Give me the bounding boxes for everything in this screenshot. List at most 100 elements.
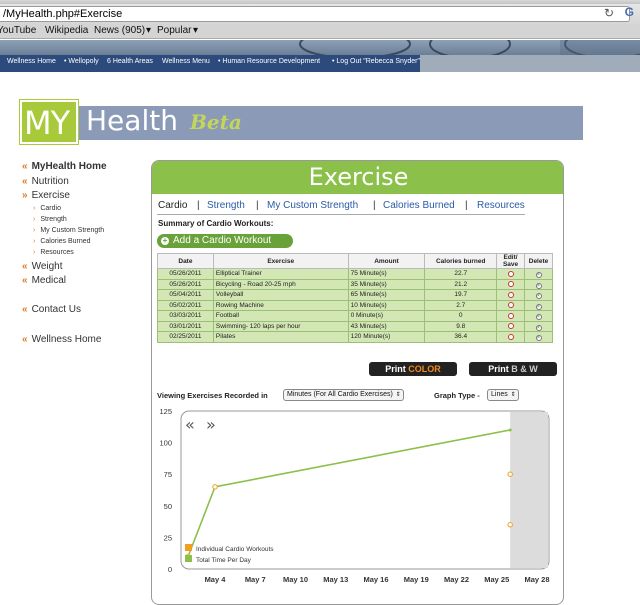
column-header-date: Date	[157, 253, 214, 269]
double-chevron-left-icon: «	[22, 161, 28, 172]
individual-workout-point	[212, 484, 218, 490]
sidebar-exercise[interactable]: » Exercise	[22, 190, 70, 201]
cell-exercise: Rowing Machine	[212, 299, 349, 311]
nav-6-health-areas[interactable]: 6 Health Areas	[107, 58, 153, 65]
cell-amount: 75 Minute(s)	[347, 268, 426, 280]
cell-exercise: Swimming- 120 laps per hour	[212, 320, 349, 332]
google-search-icon[interactable]: G	[625, 5, 634, 19]
edit-icon[interactable]	[507, 323, 514, 330]
sidebar-nutrition[interactable]: «Nutrition	[22, 176, 69, 187]
individual-workout-point	[507, 471, 513, 477]
x-tick-label: May 4	[205, 575, 227, 584]
cell-edit	[496, 299, 526, 311]
x-tick-label: May 19	[404, 575, 429, 584]
tab-my-custom-strength[interactable]: My Custom Strength	[267, 200, 358, 211]
table-row: 05/02/2011 Rowing Machine 10 Minute(s) 2.7 ×	[157, 299, 553, 311]
edit-icon[interactable]	[507, 302, 514, 309]
sidebar-contact-us[interactable]: «Contact Us	[22, 304, 81, 315]
delete-icon[interactable]: ×	[535, 272, 542, 279]
edit-icon[interactable]	[507, 312, 514, 319]
tab-cardio[interactable]: Cardio	[158, 200, 187, 211]
y-tick-label: 125	[159, 407, 172, 416]
cell-calories: 21.2	[424, 278, 498, 290]
chart-prev-icon[interactable]: «	[185, 415, 195, 434]
cell-delete: ×	[524, 278, 553, 290]
chart-shaded-region	[510, 412, 548, 568]
bookmark-popular[interactable]: Popular	[157, 24, 191, 38]
edit-icon[interactable]	[507, 333, 514, 340]
cell-calories: 2.7	[424, 299, 498, 311]
edit-icon[interactable]	[507, 270, 514, 277]
cell-exercise: Bicycling - Road 20-25 mph	[212, 278, 349, 290]
table-row: 05/26/2011 Elliptical Trainer 75 Minute(s)…	[157, 268, 553, 280]
graph-type-select[interactable]: Lines ⇕	[487, 389, 519, 401]
sidebar-myhealth-home[interactable]: «MyHealth Home	[22, 161, 107, 172]
sidebar-wellness-home[interactable]: «Wellness Home	[22, 334, 101, 345]
x-tick-label: May 7	[245, 575, 266, 584]
sidebar-sub-resources[interactable]: › Resources	[33, 249, 74, 256]
tab-calories-burned[interactable]: Calories Burned	[383, 200, 455, 211]
cell-date: 02/25/2011	[157, 331, 214, 343]
table-row: 05/04/2011 Volleyball 65 Minute(s) 19.7 ×	[157, 289, 553, 301]
chevron-right-icon: ›	[33, 205, 36, 212]
nav-log-out[interactable]: • Log Out "Rebecca Snyder"	[332, 58, 420, 65]
y-tick-label: 75	[164, 470, 172, 479]
delete-icon[interactable]: ×	[535, 293, 542, 300]
cell-date: 05/04/2011	[157, 289, 214, 301]
nav-wellness-home[interactable]: Wellness Home	[7, 58, 56, 65]
x-tick-label: May 22	[444, 575, 469, 584]
chart-next-icon[interactable]: »	[206, 415, 216, 434]
cell-exercise: Football	[212, 310, 349, 322]
sidebar-sub-my-custom-strength[interactable]: › My Custom Strength	[33, 227, 104, 234]
bookmark-popular-dropdown-icon[interactable]: ▾	[193, 24, 198, 38]
cell-date: 03/03/2011	[157, 310, 214, 322]
cell-amount: 120 Minute(s)	[347, 331, 426, 343]
print-color-button[interactable]: Print COLOR	[369, 362, 457, 376]
sidebar-medical[interactable]: «Medical	[22, 275, 66, 286]
cell-calories: 19.7	[424, 289, 498, 301]
sidebar-sub-strength[interactable]: › Strength	[33, 216, 67, 223]
edit-icon[interactable]	[507, 291, 514, 298]
x-tick-label: May 28	[524, 575, 549, 584]
delete-icon[interactable]: ×	[535, 303, 542, 310]
tab-separator: |	[197, 200, 200, 211]
delete-icon[interactable]: ×	[535, 324, 542, 331]
delete-icon[interactable]: ×	[535, 314, 542, 321]
main-navigation: Wellness Home • Wellopoly 6 Health Areas…	[0, 55, 420, 72]
cell-exercise: Volleyball	[212, 289, 349, 301]
nav-wellopoly[interactable]: • Wellopoly	[64, 58, 99, 65]
table-row: 05/26/2011 Bicycling - Road 20-25 mph 35 M…	[157, 278, 553, 290]
sidebar-weight[interactable]: «Weight	[22, 261, 63, 272]
bookmark-youtube[interactable]: YouTube	[0, 24, 36, 38]
cell-calories: 36.4	[424, 331, 498, 343]
tab-resources[interactable]: Resources	[477, 200, 525, 211]
tab-separator: |	[373, 200, 376, 211]
logo-my-text: MY	[24, 104, 70, 142]
x-tick-label: May 13	[323, 575, 348, 584]
bookmark-news[interactable]: News (905)	[94, 24, 145, 38]
delete-icon[interactable]: ×	[535, 335, 542, 342]
sidebar-sub-cardio[interactable]: › Cardio	[33, 205, 61, 212]
sidebar-sub-calories-burned[interactable]: › Calories Burned	[33, 238, 91, 245]
reload-icon[interactable]: ↻	[604, 6, 614, 20]
y-tick-label: 0	[168, 565, 172, 574]
y-tick-label: 100	[159, 439, 172, 448]
y-tick-label: 25	[164, 533, 172, 542]
x-tick-label: May 10	[283, 575, 308, 584]
delete-icon[interactable]: ×	[535, 282, 542, 289]
bookmark-news-dropdown-icon[interactable]: ▾	[146, 24, 151, 38]
nav-human-resource-development[interactable]: • Human Resource Development	[218, 58, 320, 65]
cell-date: 05/26/2011	[157, 278, 214, 290]
address-bar[interactable]: /MyHealth.php#Exercise	[0, 6, 630, 22]
bookmark-wikipedia[interactable]: Wikipedia	[45, 24, 88, 38]
tab-strength[interactable]: Strength	[207, 200, 245, 211]
print-bw-button[interactable]: Print B & W	[469, 362, 557, 376]
edit-icon[interactable]	[507, 281, 514, 288]
nav-wellness-menu[interactable]: Wellness Menu	[162, 58, 210, 65]
cell-edit	[496, 310, 526, 322]
unit-select[interactable]: Minutes (For All Cardio Exercises) ⇕	[283, 389, 404, 401]
logo-health-text: Health	[86, 104, 178, 137]
add-cardio-workout-button[interactable]: + Add a Cardio Workout	[157, 234, 293, 248]
column-header-calories: Calories burned	[424, 253, 498, 269]
column-header-exercise: Exercise	[212, 253, 349, 269]
